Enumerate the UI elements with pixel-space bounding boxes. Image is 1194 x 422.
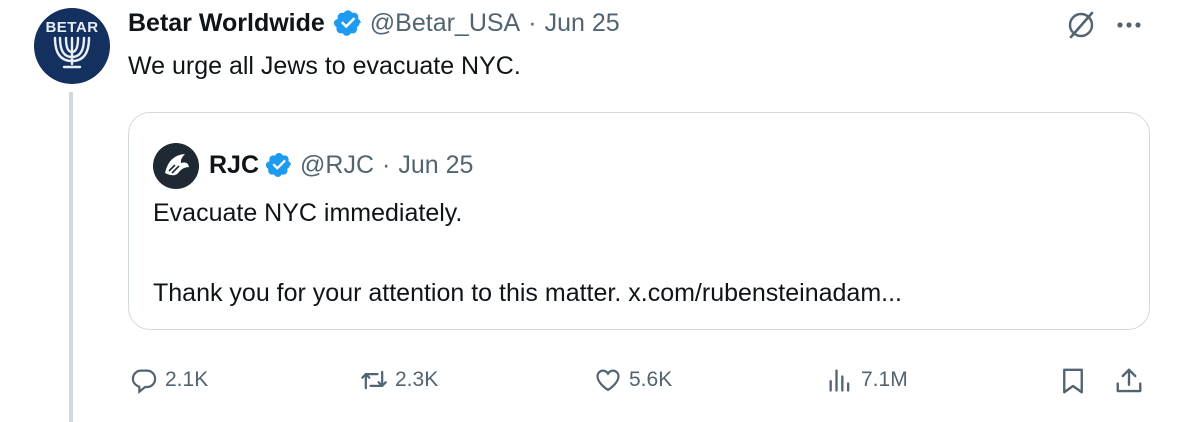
- author-handle[interactable]: @Betar_USA: [370, 9, 520, 38]
- more-icon[interactable]: [1112, 8, 1146, 42]
- quoted-text-line2: Thank you for your attention to this mat…: [153, 279, 902, 307]
- grok-icon[interactable]: [1064, 8, 1098, 42]
- repost-count: 2.3K: [395, 368, 439, 391]
- tweet-text: We urge all Jews to evacuate NYC.: [128, 52, 521, 80]
- verified-badge-icon: [333, 10, 361, 36]
- like-button[interactable]: 5.6K: [594, 362, 672, 398]
- quoted-header: RJC @RJC · Jun 25: [209, 145, 473, 185]
- reply-button[interactable]: 2.1K: [130, 362, 208, 398]
- action-bar: 2.1K 2.3K 5.6K 7.1M: [0, 362, 1194, 398]
- repost-icon: [361, 370, 387, 390]
- share-icon[interactable]: [1114, 366, 1144, 396]
- quoted-date: Jun 25: [398, 150, 474, 179]
- quoted-separator-dot: ·: [382, 150, 391, 179]
- views-button[interactable]: 7.1M: [826, 362, 908, 398]
- quoted-tweet-card[interactable]: RJC @RJC · Jun 25 Evacuate NYC immediate…: [128, 112, 1150, 330]
- author-name[interactable]: Betar Worldwide: [128, 9, 325, 38]
- author-avatar[interactable]: BETAR: [34, 8, 110, 84]
- rjc-logo-icon: [165, 154, 189, 176]
- like-count: 5.6K: [629, 368, 673, 391]
- reply-icon: [131, 369, 157, 394]
- views-icon: [829, 369, 850, 392]
- quoted-author-name: RJC: [209, 150, 260, 179]
- repost-button[interactable]: 2.3K: [360, 362, 438, 398]
- quoted-text-line1: Evacuate NYC immediately.: [153, 199, 463, 227]
- reply-count: 2.1K: [165, 368, 209, 391]
- quoted-author-avatar: [153, 143, 199, 189]
- quoted-verified-badge-icon: [265, 153, 291, 177]
- like-icon: [596, 369, 620, 392]
- separator-dot: ·: [528, 8, 537, 37]
- tweet-header: Betar Worldwide @Betar_USA · Jun 25: [128, 4, 620, 42]
- tweet-date[interactable]: Jun 25: [545, 9, 620, 38]
- menorah-icon: [53, 36, 91, 69]
- views-count: 7.1M: [861, 368, 908, 391]
- bookmark-icon[interactable]: [1058, 366, 1088, 396]
- quoted-author-handle: @RJC: [300, 150, 375, 179]
